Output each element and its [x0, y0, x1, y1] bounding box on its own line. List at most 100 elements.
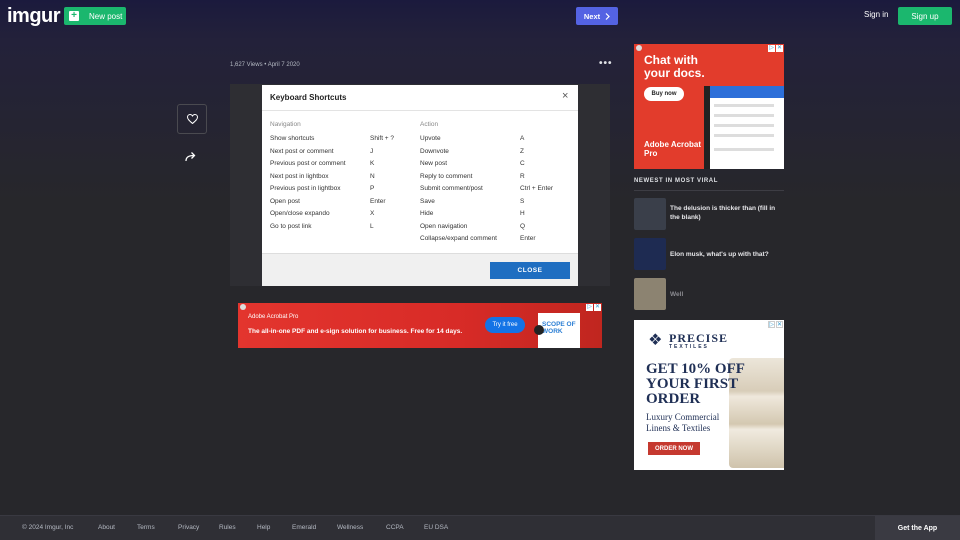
precise-textiles-ad[interactable]: ▷ ✕ ❖ PRECISE TEXTILES GET 10% OFF YOUR …: [634, 320, 784, 470]
nav-key: L: [370, 222, 374, 230]
ad-close-icon[interactable]: ✕: [594, 304, 601, 311]
mock-line: [714, 148, 774, 151]
next-post-button[interactable]: Next: [576, 7, 618, 25]
ad-close-icon[interactable]: ✕: [776, 45, 783, 52]
nav-key: N: [370, 172, 375, 180]
close-icon: ×: [562, 90, 569, 102]
footer-link-terms[interactable]: Terms: [137, 524, 155, 531]
imgur-logo[interactable]: imgur: [7, 5, 61, 28]
favorite-button[interactable]: [177, 104, 207, 134]
nav-label: Previous post or comment: [270, 160, 346, 167]
post-meta: 1,627 Views • April 7 2020: [230, 62, 300, 68]
adchoices-icon[interactable]: ▷: [586, 304, 593, 311]
action-label: Open navigation: [420, 222, 468, 230]
order-now-button[interactable]: ORDER NOW: [648, 442, 700, 455]
nav-key: Enter: [370, 197, 386, 205]
action-key: Enter: [520, 235, 536, 242]
nav-key: P: [370, 185, 375, 192]
nav-key: Shift + ?: [370, 135, 395, 142]
keyboard-shortcuts-image: Keyboard Shortcuts × Navigation Action S…: [262, 85, 578, 286]
action-label: Reply to comment: [420, 172, 473, 180]
action-label: Collapse/expand comment: [420, 235, 497, 242]
ad-info-icon[interactable]: [636, 45, 642, 51]
acrobat-side-ad[interactable]: ▷ ✕ Chat with your docs. Buy now Adobe A…: [634, 44, 784, 169]
dialog-close-button: CLOSE: [490, 262, 570, 279]
action-label: Submit comment/post: [420, 185, 483, 192]
viral-post-title[interactable]: Elon musk, what's up with that?: [670, 250, 784, 259]
nav-label: Next post in lightbox: [270, 172, 329, 180]
viral-thumbnail[interactable]: [634, 198, 666, 230]
ad-controls: ▷ ✕: [586, 304, 601, 311]
action-label: New post: [420, 160, 448, 167]
new-post-button[interactable]: + New post: [64, 7, 126, 25]
viral-post-item[interactable]: The delusion is thicker than (fill in th…: [634, 198, 784, 230]
get-the-app-button[interactable]: Get the App: [875, 516, 960, 540]
post-date: April 7 2020: [267, 62, 300, 68]
chevron-right-icon: [605, 12, 610, 20]
action-key: R: [520, 172, 525, 180]
buy-now-button[interactable]: Buy now: [644, 87, 684, 101]
action-key: H: [520, 210, 525, 217]
most-viral-header: NEWEST IN MOST VIRAL: [634, 178, 718, 184]
footer-link-eu-dsa[interactable]: EU DSA: [424, 524, 448, 531]
nav-key: K: [370, 160, 375, 167]
ad2-brand: PRECISE: [669, 331, 729, 345]
action-key: S: [520, 197, 525, 205]
top-nav: imgur + New post Next Sign in Sign up: [0, 0, 960, 34]
adchoices-icon[interactable]: ▷: [768, 45, 775, 52]
nav-label: Previous post in lightbox: [270, 185, 341, 192]
mock-line: [714, 134, 774, 137]
share-button[interactable]: [184, 150, 198, 164]
action-key: Q: [520, 222, 526, 230]
try-free-button[interactable]: Try it free: [485, 317, 525, 333]
more-options-button[interactable]: •••: [599, 58, 613, 69]
diamond-logo-icon: ❖: [648, 332, 662, 349]
viral-post-title[interactable]: The delusion is thicker than (fill in th…: [670, 204, 784, 222]
footer-link-about[interactable]: About: [98, 524, 115, 531]
sign-up-button[interactable]: Sign up: [898, 7, 952, 25]
ad-product-name: Adobe Acrobat Pro: [644, 140, 702, 158]
ad-headline: Chat with your docs.: [644, 53, 705, 80]
action-key: Z: [520, 147, 524, 155]
sign-in-link[interactable]: Sign in: [864, 10, 888, 19]
plus-icon: +: [69, 11, 79, 21]
ad-close-icon[interactable]: ✕: [776, 321, 783, 328]
action-key: Ctrl + Enter: [520, 185, 554, 192]
precise-logo: ❖ PRECISE TEXTILES: [646, 332, 728, 350]
share-arrow-icon: [185, 152, 196, 162]
viral-post-item[interactable]: Elon musk, what's up with that?: [634, 238, 784, 270]
footer-link-help[interactable]: Help: [257, 524, 270, 531]
ad-tagline: The all-in-one PDF and e-sign solution f…: [248, 328, 463, 335]
viral-thumbnail[interactable]: [634, 278, 666, 310]
heart-icon: [186, 114, 198, 124]
adchoices-icon[interactable]: ▷: [768, 321, 775, 328]
action-label: Downvote: [420, 147, 449, 155]
navigation-header: Navigation: [270, 121, 301, 128]
footer-link-rules[interactable]: Rules: [219, 524, 236, 531]
copyright: © 2024 Imgur, Inc: [22, 524, 74, 531]
nav-label: Show shortcuts: [270, 135, 315, 142]
action-label: Hide: [420, 210, 434, 217]
mock-line: [714, 114, 774, 117]
ad2-subtitle: Luxury Commercial Linens & Textiles: [646, 412, 720, 433]
footer-link-privacy[interactable]: Privacy: [178, 524, 199, 531]
mock-line: [714, 124, 774, 127]
dialog-title: Keyboard Shortcuts: [270, 93, 347, 102]
viral-thumbnail[interactable]: [634, 238, 666, 270]
next-label: Next: [583, 11, 601, 21]
mock-line: [714, 104, 774, 107]
action-label: Upvote: [420, 135, 441, 142]
footer-link-ccpa[interactable]: CCPA: [386, 524, 404, 531]
ad-controls: ▷ ✕: [768, 321, 783, 328]
footer-link-wellness[interactable]: Wellness: [337, 524, 363, 531]
viral-post-title[interactable]: Well: [670, 290, 784, 299]
ad-document-image: SCOPE OF WORK: [538, 313, 580, 348]
view-count: 1,627 Views: [230, 62, 263, 68]
viral-post-item[interactable]: Well: [634, 278, 784, 310]
ad-brand: Adobe Acrobat Pro: [248, 314, 299, 320]
ad-info-icon[interactable]: [240, 304, 246, 310]
mock-header: [710, 86, 784, 98]
acrobat-banner-ad[interactable]: ▷ ✕ Adobe Acrobat Pro The all-in-one PDF…: [238, 303, 602, 348]
footer-link-emerald[interactable]: Emerald: [292, 524, 316, 531]
ad-controls: ▷ ✕: [768, 45, 783, 52]
